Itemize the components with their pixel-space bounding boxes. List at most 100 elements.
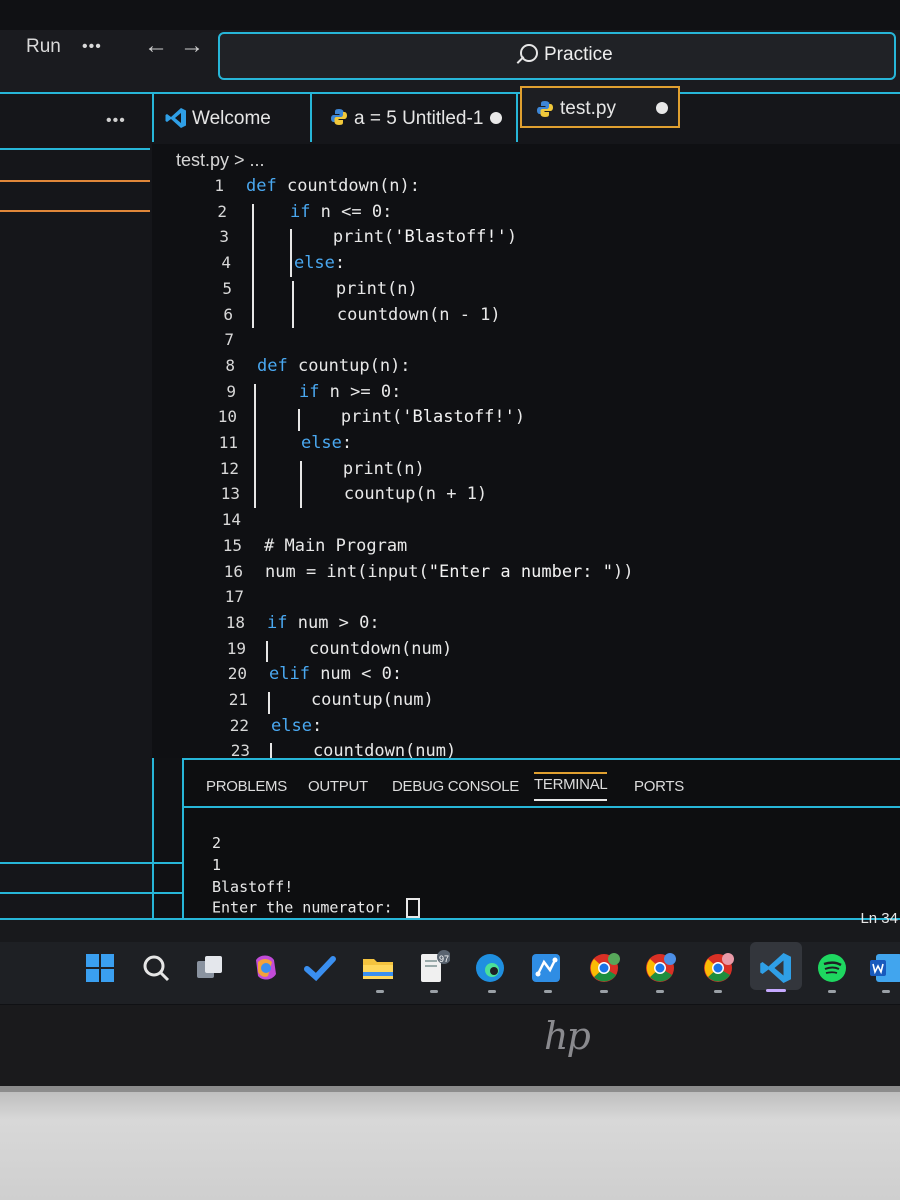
status-bar [0,918,900,942]
hp-logo: hp [544,1014,591,1058]
panel-tab-terminal[interactable]: TERMINAL [534,772,608,801]
search-icon [520,44,538,62]
terminal-line: 2 [212,834,222,852]
terminal-line: Blastoff! [212,878,294,896]
indent-guide [292,280,294,329]
indent-guide [254,383,256,509]
code-text: print(n) [254,278,418,299]
search-icon[interactable] [138,950,174,986]
terminal-line: 1 [212,856,222,874]
line-number: 16 [223,561,243,581]
spotify-icon[interactable] [814,950,850,986]
line-number: 17 [224,587,244,607]
run-menu[interactable]: Run [26,36,61,58]
code-text: else: [300,433,353,453]
todo-checkmark-icon[interactable] [302,950,338,986]
command-center-label: Practice [544,44,613,65]
line-number: 2 [217,201,227,221]
laptop-hinge [0,1086,900,1200]
edge-browser-icon[interactable] [472,950,508,986]
code-text: if n >= 0: [298,381,402,402]
tab-label: a = 5 Untitled-1 [354,108,484,129]
code-text: if n <= 0: [289,201,393,222]
tab-untitled-1[interactable]: a = 5 Untitled-1 [312,94,518,142]
sidebar-divider [0,148,150,150]
code-text: def countdown(n): [246,176,421,196]
active-app-indicator [766,989,786,992]
status-line-number[interactable]: Ln 34 [860,910,898,927]
code-text: print(n) [261,458,425,479]
indent-guide [298,409,300,431]
python-icon [537,101,553,117]
unsaved-dot-icon[interactable] [656,102,668,114]
vscode-taskbar-icon[interactable] [758,950,794,986]
tab-welcome[interactable]: Welcome [152,94,312,142]
sidebar-divider [0,892,182,894]
indent-guide [300,460,302,509]
indent-guide [252,203,254,329]
running-indicator [828,990,836,993]
line-number: 22 [229,715,249,735]
task-view-icon[interactable] [192,950,228,986]
breadcrumb[interactable]: test.py > ... [176,150,265,171]
line-number: 14 [221,510,241,530]
notification-badge: 97 [439,954,450,964]
code-text: else: [293,253,346,274]
line-number: 4 [221,253,231,273]
line-number: 3 [219,227,229,247]
line-number: 8 [225,355,235,375]
line-number: 12 [219,458,239,478]
running-indicator [600,990,608,993]
code-text: num = int(input("Enter a number: ")) [265,561,634,582]
python-icon [331,109,347,125]
file-explorer-icon[interactable] [360,950,396,986]
panel-tab-ports[interactable]: PORTS [634,778,684,795]
code-text: # Main Program [264,535,408,556]
code-text: else: [271,715,323,736]
hinge-edge [0,1086,900,1092]
panel-tab-problems[interactable]: PROBLEMS [206,778,287,795]
chrome-profile-icon[interactable] [586,950,622,986]
tab-test-py[interactable]: test.py [520,86,680,128]
tab-label: Welcome [192,108,271,129]
code-text: if num > 0: [267,612,380,633]
network-diagram-app-icon[interactable] [528,950,564,986]
line-number: 19 [226,638,246,658]
running-indicator [376,990,384,993]
word-icon[interactable] [868,950,900,986]
code-text: elif num < 0: [269,664,403,685]
panel-tab-output[interactable]: OUTPUT [308,778,368,795]
sidebar-more-icon[interactable]: ••• [106,112,126,130]
unsaved-dot-icon[interactable] [490,112,502,124]
line-number: 11 [218,433,238,452]
terminal-prompt: Enter the numerator: [212,898,402,917]
indent-guide [268,692,270,714]
line-number: 1 [214,176,224,195]
running-indicator [656,990,664,993]
line-number: 6 [223,304,233,324]
line-number: 7 [224,330,234,350]
monitor-screen: Run ••• ← → Practice ••• Welcome a = 5 U… [0,0,900,1005]
forward-arrow-icon[interactable]: → [180,32,204,60]
running-indicator [544,990,552,993]
sidebar-selected-item[interactable] [0,180,150,212]
indent-guide [290,229,292,277]
line-number: 9 [226,381,236,401]
copilot-icon[interactable] [248,950,284,986]
terminal-cursor[interactable] [405,898,420,918]
running-indicator [882,990,890,993]
chrome-profile-icon[interactable] [642,950,678,986]
line-number: 13 [220,484,240,504]
line-number: 18 [225,612,245,632]
vscode-logo-icon [165,108,186,128]
panel-tab-debug-console[interactable]: DEBUG CONSOLE [392,778,519,795]
panel-tab-divider [182,806,900,808]
more-menu-icon[interactable]: ••• [82,38,102,56]
line-number: 5 [222,278,232,298]
code-text: countup(n + 1) [262,484,488,505]
windows-start-icon[interactable] [82,950,118,986]
sidebar-divider [0,862,182,864]
chrome-profile-icon[interactable] [700,950,736,986]
running-indicator [430,990,438,993]
back-arrow-icon[interactable]: ← [144,32,168,60]
